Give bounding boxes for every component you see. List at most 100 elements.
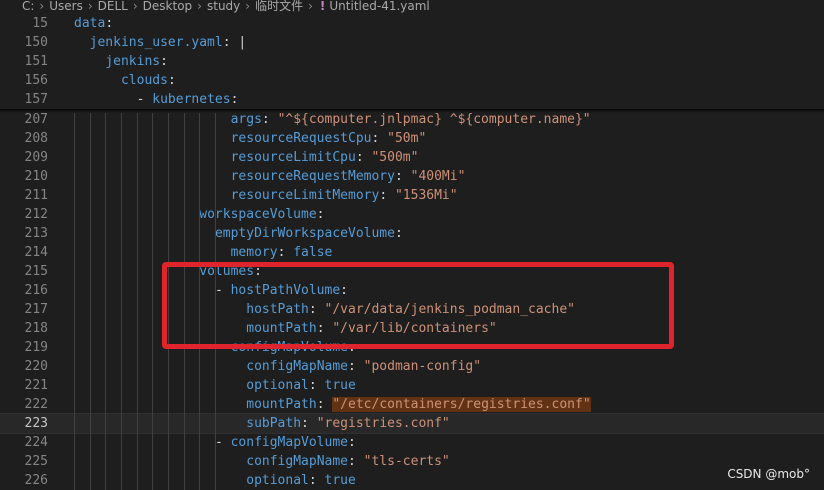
yaml-key: configMapName	[246, 359, 348, 374]
yaml-key: kubernetes	[152, 92, 231, 107]
chevron-right-icon: ›	[308, 0, 313, 13]
code-content: configMapName: "tls-certs"	[246, 452, 450, 471]
code-line[interactable]: 214 memory: false	[0, 243, 824, 262]
breadcrumb-file[interactable]: Untitled-41.yaml	[329, 0, 429, 13]
yaml-colon: :	[316, 207, 325, 222]
code-line[interactable]: 157 - kubernetes:	[0, 90, 824, 109]
line-number: 151	[24, 54, 48, 69]
code-content: resourceRequestMemory: "400Mi"	[231, 167, 466, 186]
breadcrumb-item[interactable]: Desktop	[143, 0, 193, 13]
line-number: 213	[24, 226, 48, 241]
code-line[interactable]: 211 resourceLimitMemory: "1536Mi"	[0, 186, 824, 205]
line-number: 220	[24, 359, 48, 374]
code-line[interactable]: 150 jenkins_user.yaml: |	[0, 33, 824, 52]
line-number: 224	[24, 435, 48, 450]
code-line[interactable]: 151 jenkins:	[0, 52, 824, 71]
yaml-value: "^${computer.jnlpmac} ^${computer.name}"	[277, 112, 591, 127]
breadcrumb-item[interactable]: study	[207, 0, 240, 13]
line-number: 217	[24, 302, 48, 317]
yaml-key: configMapVolume	[230, 435, 348, 450]
yaml-key: mountPath	[246, 397, 317, 412]
code-content: configMapName: "podman-config"	[246, 357, 481, 376]
code-line[interactable]: 209 resourceLimitCpu: "500m"	[0, 148, 824, 167]
yaml-key: optional	[246, 378, 309, 393]
yaml-value: |	[238, 35, 247, 50]
code-line[interactable]: 220 configMapName: "podman-config"	[0, 357, 824, 376]
line-number: 212	[24, 207, 48, 222]
chevron-right-icon: ›	[132, 0, 138, 13]
list-dash: -	[214, 435, 231, 450]
sticky-scroll-shadow	[0, 109, 824, 113]
yaml-key: emptyDirWorkspaceVolume	[214, 226, 395, 241]
line-number: 15	[32, 16, 48, 31]
yaml-value: true	[324, 378, 356, 393]
code-content: optional: true	[246, 376, 356, 395]
yaml-key: args	[230, 112, 262, 127]
code-content: workspaceVolume:	[199, 205, 324, 224]
line-number: 208	[24, 131, 48, 146]
yaml-value: "400Mi"	[410, 169, 466, 184]
yaml-file-icon: !	[319, 0, 326, 13]
yaml-value: "50m"	[387, 131, 427, 146]
code-content: optional: true	[246, 471, 356, 490]
code-content: clouds:	[121, 71, 176, 90]
yaml-key: memory	[230, 245, 278, 260]
yaml-colon: :	[308, 473, 325, 488]
yaml-colon: :	[105, 16, 114, 31]
watermark: CSDN @mob°	[727, 467, 810, 481]
code-line[interactable]: 225 configMapName: "tls-certs"	[0, 452, 824, 471]
code-content: emptyDirWorkspaceVolume:	[215, 224, 403, 243]
yaml-colon: :	[355, 150, 372, 165]
yaml-colon: :	[160, 54, 168, 69]
yaml-value: "1536Mi"	[394, 188, 458, 203]
breadcrumb-item[interactable]: C:	[22, 0, 34, 13]
editor-lines[interactable]: 15 data: 150 jenkins_user.yaml: | 151 jenkins…	[0, 14, 824, 490]
yaml-value: "podman-config"	[363, 359, 482, 374]
code-line[interactable]: 208 resourceRequestCpu: "50m"	[0, 129, 824, 148]
yaml-key: workspaceVolume	[199, 207, 317, 222]
yaml-value: "500m"	[371, 150, 419, 165]
code-line[interactable]: 223 subPath: "registries.conf"	[0, 413, 824, 434]
yaml-key: resourceLimitCpu	[230, 150, 356, 165]
yaml-value: false	[293, 245, 333, 260]
code-content: memory: false	[231, 243, 333, 262]
yaml-key: jenkins	[105, 54, 161, 69]
code-content: subPath: "registries.conf"	[246, 414, 450, 433]
code-line[interactable]: 221 optional: true	[0, 376, 824, 395]
yaml-value: true	[324, 473, 356, 488]
breadcrumb: C: › Users › DELL › Desktop › study › 临时文件 ›! Untitl…	[0, 0, 824, 14]
code-line[interactable]: 226 optional: true	[0, 471, 824, 490]
code-content: - configMapVolume:	[215, 433, 356, 452]
code-content: jenkins_user.yaml: |	[90, 33, 247, 52]
code-content: resourceLimitCpu: "500m"	[231, 148, 419, 167]
line-number: 214	[24, 245, 48, 260]
yaml-value: "/etc/containers/registries.conf"	[332, 397, 591, 412]
breadcrumb-item[interactable]: Users	[49, 0, 83, 13]
line-number: 156	[24, 73, 48, 88]
line-number: 150	[24, 35, 48, 50]
code-line[interactable]: 212 workspaceVolume:	[0, 205, 824, 224]
list-dash: -	[136, 92, 153, 107]
red-highlight-box	[162, 262, 674, 349]
yaml-colon: :	[316, 397, 333, 412]
code-line[interactable]: 224 - configMapVolume:	[0, 433, 824, 452]
code-content: jenkins:	[105, 52, 168, 71]
yaml-key: clouds	[120, 73, 168, 88]
breadcrumb-item[interactable]: DELL	[98, 0, 128, 13]
line-number: 222	[24, 397, 48, 412]
line-number: 221	[24, 378, 48, 393]
breadcrumb-item[interactable]: 临时文件	[255, 0, 303, 13]
yaml-colon: :	[394, 226, 403, 241]
code-line[interactable]: 15 data:	[0, 14, 824, 33]
code-line[interactable]: 222 mountPath: "/etc/containers/registrie…	[0, 395, 824, 414]
code-line[interactable]: 210 resourceRequestMemory: "400Mi"	[0, 167, 824, 186]
code-line[interactable]: 213 emptyDirWorkspaceVolume:	[0, 224, 824, 243]
yaml-colon: :	[167, 73, 176, 88]
chevron-right-icon: ›	[197, 0, 202, 13]
yaml-colon: :	[222, 35, 239, 50]
yaml-key: resourceLimitMemory	[230, 188, 380, 203]
line-number: 218	[24, 321, 48, 336]
yaml-colon: :	[348, 359, 364, 374]
chevron-right-icon: ›	[245, 0, 251, 13]
code-line[interactable]: 156 clouds:	[0, 71, 824, 90]
